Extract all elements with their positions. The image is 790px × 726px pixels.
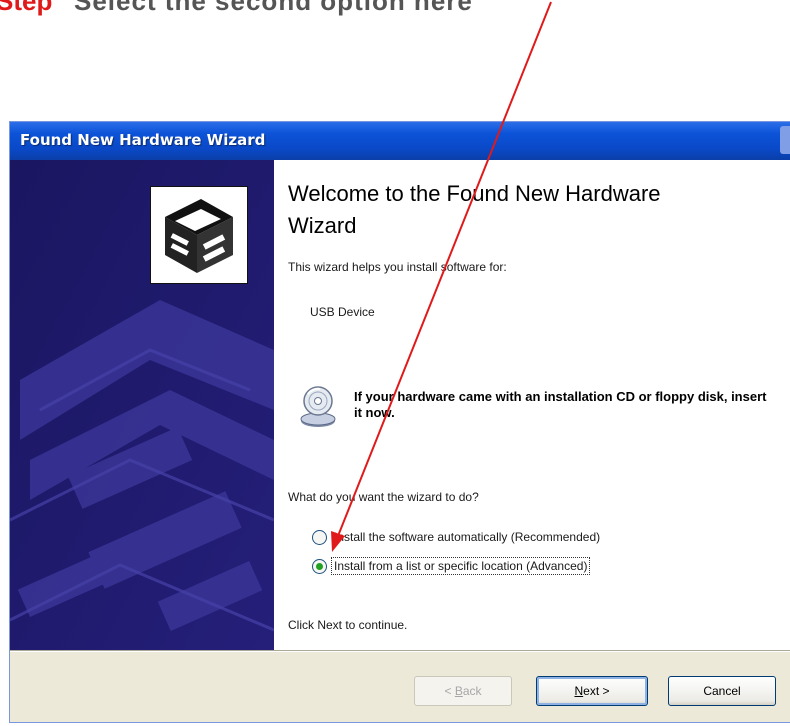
cd-hint: If your hardware came with an installati… <box>354 389 767 420</box>
next-button-rest: ext > <box>583 684 610 698</box>
wizard-question: What do you want the wizard to do? <box>288 490 479 504</box>
device-name: USB Device <box>310 305 375 319</box>
hardware-wizard-icon <box>150 186 248 284</box>
next-button-mnemonic: N <box>574 684 584 698</box>
next-button[interactable]: Next > <box>536 676 648 706</box>
back-button[interactable]: < Back <box>414 676 512 706</box>
cancel-button[interactable]: Cancel <box>668 676 776 706</box>
option-list-install[interactable]: Install from a list or specific location… <box>312 556 591 576</box>
wizard-content: Welcome to the Found New Hardware Wizard… <box>274 160 790 650</box>
option-list-install-label[interactable]: Install from a list or specific location… <box>330 557 591 575</box>
back-button-prefix: < <box>444 684 455 698</box>
option-auto-install[interactable]: Install the software automatically (Reco… <box>312 527 602 547</box>
intro-text: This wizard helps you install software f… <box>288 260 507 274</box>
window-title: Found New Hardware Wizard <box>20 131 266 149</box>
radio-selected-dot <box>316 562 323 570</box>
radio-list-install[interactable] <box>312 558 327 574</box>
cd-disk-icon <box>300 386 336 427</box>
wizard-banner <box>10 160 274 650</box>
continue-hint: Click Next to continue. <box>288 618 408 632</box>
close-button[interactable] <box>780 126 790 154</box>
option-auto-install-label[interactable]: Install the software automatically (Reco… <box>332 529 602 545</box>
wizard-window: Found New Hardware Wizard Welcome to the… <box>10 122 790 722</box>
annotation-step-label: Step <box>0 0 53 16</box>
wizard-heading: Welcome to the Found New Hardware Wizard <box>288 181 661 238</box>
title-bar[interactable]: Found New Hardware Wizard <box>10 122 790 160</box>
button-separator <box>10 650 790 652</box>
radio-auto-install[interactable] <box>312 529 327 545</box>
back-button-rest: ack <box>462 684 482 698</box>
annotation-instruction: Select the second option here <box>74 0 473 16</box>
annotation-caption: Step Select the second option here <box>0 0 790 30</box>
back-button-mnemonic: B <box>454 684 463 698</box>
